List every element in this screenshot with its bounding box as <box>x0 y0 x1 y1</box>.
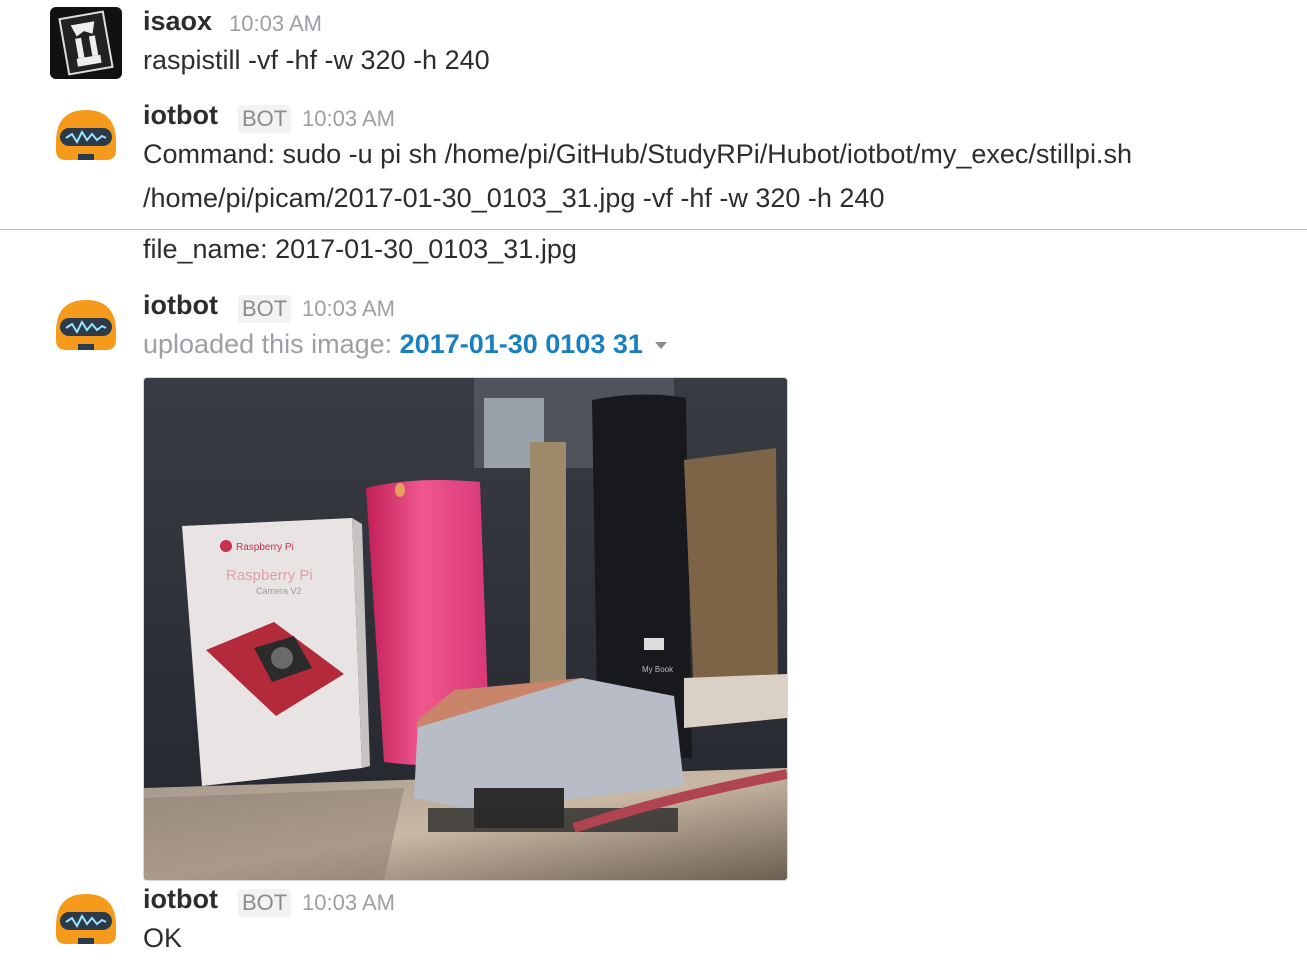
photo-illustration: Raspberry Pi Raspberry Pi Camera V2 My B… <box>144 378 787 880</box>
bot-avatar[interactable] <box>50 100 122 172</box>
file-title-link[interactable]: 2017-01-30 0103 31 <box>400 329 643 359</box>
message-text-line-2: /home/pi/picam/2017-01-30_0103_31.jpg -v… <box>143 183 885 213</box>
uploaded-image[interactable]: Raspberry Pi Raspberry Pi Camera V2 My B… <box>143 377 788 881</box>
author-name[interactable]: iotbot <box>143 290 218 321</box>
bot-badge: BOT <box>238 295 292 323</box>
bot-badge: BOT <box>238 889 292 917</box>
drive-label: My Book <box>642 665 674 674</box>
message-text: raspistill -vf -hf -w 320 -h 240 <box>143 45 490 75</box>
upload-line: uploaded this image: 2017-01-30 0103 31 <box>143 329 667 360</box>
author-name[interactable]: iotbot <box>143 100 218 131</box>
robot-icon <box>56 110 116 160</box>
box-title: Raspberry Pi <box>226 567 313 584</box>
avatar-image <box>50 7 122 79</box>
timestamp[interactable]: 10:03 AM <box>229 11 322 37</box>
timestamp[interactable]: 10:03 AM <box>302 106 395 132</box>
author-name[interactable]: isaox <box>143 6 212 37</box>
timestamp[interactable]: 10:03 AM <box>302 890 395 916</box>
author-name[interactable]: iotbot <box>143 884 218 915</box>
bot-badge: BOT <box>238 105 292 133</box>
upload-prefix: uploaded this image: <box>143 329 400 359</box>
chevron-down-icon[interactable] <box>654 342 667 350</box>
box-brand: Raspberry Pi <box>236 542 294 553</box>
message-text: OK <box>143 923 183 953</box>
user-avatar[interactable] <box>50 7 122 79</box>
bot-avatar[interactable] <box>50 884 122 956</box>
robot-icon <box>56 300 116 350</box>
message-text: file_name: 2017-01-30_0103_31.jpg <box>143 234 577 264</box>
timestamp[interactable]: 10:03 AM <box>302 296 395 322</box>
box-subtitle: Camera V2 <box>256 586 302 596</box>
bot-avatar[interactable] <box>50 290 122 362</box>
new-messages-divider <box>0 229 1307 230</box>
message-text-line-1: Command: sudo -u pi sh /home/pi/GitHub/S… <box>143 139 1132 169</box>
robot-icon <box>56 894 116 944</box>
